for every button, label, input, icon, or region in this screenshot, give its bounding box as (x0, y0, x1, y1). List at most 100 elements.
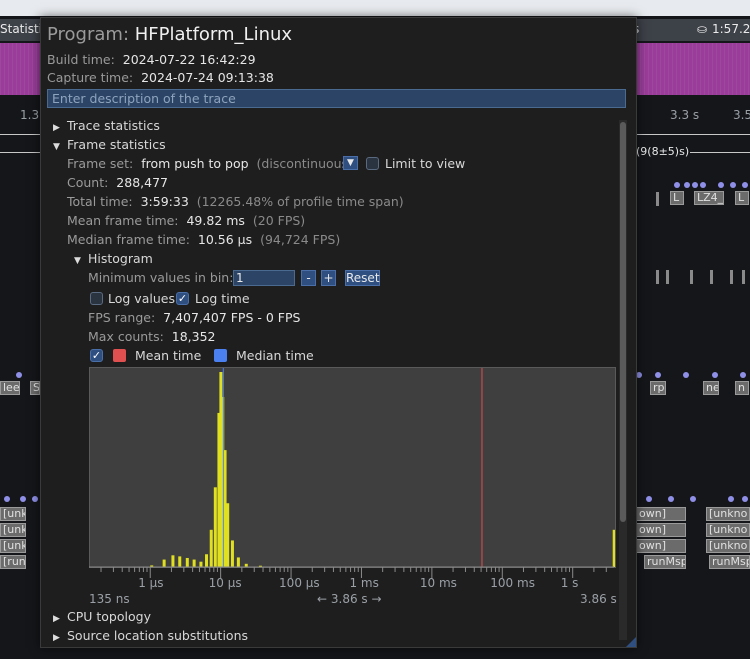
increment-button[interactable]: + (321, 270, 336, 286)
zone-block[interactable]: n (735, 381, 749, 395)
zone-block (666, 270, 669, 284)
zone-dot (646, 496, 652, 502)
log-values-checkbox[interactable] (90, 292, 103, 305)
histogram-plot[interactable] (89, 367, 616, 568)
axis-min-label: 135 ns (89, 592, 130, 606)
zone-dot (742, 496, 748, 502)
decrement-button[interactable]: - (301, 270, 316, 286)
zone-dot (700, 182, 706, 188)
time-label-left: 1.3 (20, 108, 40, 122)
frame-set-note: (discontinuous) (256, 156, 353, 171)
fps-range-value: 7,407,407 FPS - 0 FPS (163, 310, 301, 325)
capture-time-row: Capture time: 2024-07-24 09:13:38 (47, 70, 274, 85)
min-values-label: Minimum values in bin: (88, 270, 233, 285)
zone-block[interactable]: [unk (0, 539, 26, 553)
limit-to-view-checkbox[interactable] (366, 157, 379, 170)
resize-grip-icon[interactable] (626, 637, 636, 647)
axis-tick-label: 1 μs (138, 576, 164, 590)
zone-block[interactable]: [unkno (706, 539, 750, 553)
mean-frame-time-label: Mean frame time: (67, 213, 179, 228)
zone-block[interactable]: LZ4_ (694, 191, 724, 205)
zone-block[interactable]: S (30, 381, 40, 395)
max-counts-value: 18,352 (171, 329, 216, 344)
source-location-label: Source location substitutions (67, 628, 249, 643)
count-row: Count: 288,477 (67, 175, 168, 190)
time-label-mid: 3.3 s (670, 108, 700, 122)
expanded-arrow-icon: ▼ (74, 256, 81, 266)
log-time-checkbox[interactable]: ✓ (176, 292, 189, 305)
build-time-row: Build time: 2024-07-22 16:42:29 (47, 52, 256, 67)
median-frame-time-value: 10.56 μs (197, 232, 253, 247)
histogram-label: Histogram (88, 251, 153, 266)
histogram-svg (150, 368, 616, 567)
zone-block[interactable]: [unk (0, 507, 26, 521)
zone-dot (683, 372, 689, 378)
frame-set-row: Frame set: from push to pop (discontinuo… (67, 156, 353, 171)
mean-time-checkbox[interactable]: ✓ (90, 349, 103, 362)
frame-statistics-label: Frame statistics (67, 137, 166, 152)
zone-dot (684, 182, 690, 188)
axis-max-label: 3.86 s (580, 592, 617, 606)
axis-tick-label: 100 ms (490, 576, 535, 590)
median-time-swatch (214, 349, 227, 362)
zone-block[interactable]: [unkno (706, 507, 750, 521)
histogram-header[interactable]: ▼ Histogram (74, 251, 153, 266)
mean-time-label: Mean time (135, 348, 202, 363)
zone-dot (718, 182, 724, 188)
frame-set-dropdown-button[interactable]: ▼ (343, 156, 358, 170)
fps-range-row: FPS range: 7,407,407 FPS - 0 FPS (88, 310, 300, 325)
program-name: HFPlatform_Linux (134, 24, 293, 45)
zone-dot (16, 372, 22, 378)
total-time-label: Total time: (67, 194, 133, 209)
capture-time-value: 2024-07-24 09:13:38 (141, 70, 274, 85)
scrollbar-thumb[interactable] (620, 122, 626, 522)
reset-button[interactable]: Reset (345, 270, 380, 286)
zone-dot (742, 182, 748, 188)
timeline-line (635, 134, 750, 135)
cpu-topology-label: CPU topology (67, 609, 151, 624)
zone-block[interactable]: runMsp (709, 555, 750, 569)
zone-block[interactable]: rp (650, 381, 666, 395)
min-values-input[interactable]: 1 (233, 270, 295, 286)
histogram-bar (226, 503, 230, 567)
total-time-value: 3:59:33 (140, 194, 189, 209)
zone-block[interactable]: own] (636, 523, 686, 537)
cpu-topology-header[interactable]: ▶ CPU topology (53, 609, 151, 624)
zone-block[interactable]: own] (636, 507, 686, 521)
log-time-label: Log time (195, 291, 250, 306)
zone-block[interactable]: runMsp (644, 555, 686, 569)
histogram-bar (223, 450, 227, 567)
zone-block (710, 270, 713, 284)
timeline-line (0, 134, 40, 135)
frame-statistics-header[interactable]: ▼ Frame statistics (53, 137, 166, 152)
zone-dot (740, 372, 746, 378)
axis-tick-label: 1 ms (349, 576, 379, 590)
vertical-scrollbar[interactable] (619, 120, 627, 640)
frame-set-label: Frame set: (67, 156, 134, 171)
histogram-bar (230, 540, 234, 567)
zone-block[interactable]: [runl (0, 555, 26, 569)
zone-block[interactable]: L (670, 191, 684, 205)
zone-block[interactable]: ne (703, 381, 719, 395)
axis-tick-label: 10 ms (419, 576, 457, 590)
trace-description-input[interactable]: Enter description of the trace (47, 89, 626, 108)
median-time-label: Median time (236, 348, 314, 363)
zone-dot (728, 496, 734, 502)
collapsed-arrow-icon: ▶ (53, 633, 60, 643)
frame-set-value: from push to pop (141, 156, 249, 171)
zone-block[interactable]: [unk (0, 523, 26, 537)
zone-block[interactable]: leep (0, 381, 20, 395)
capture-time-label: Capture time: (47, 70, 134, 85)
zone-dot (20, 496, 26, 502)
histogram-bar (209, 529, 213, 567)
source-location-header[interactable]: ▶ Source location substitutions (53, 628, 248, 643)
zone-dot (730, 182, 736, 188)
histogram-bar (213, 487, 217, 567)
timeline-line (0, 152, 40, 153)
zone-block[interactable]: L (735, 191, 749, 205)
total-time-note: (12265.48% of profile time span) (196, 194, 404, 209)
trace-statistics-header[interactable]: ▶ Trace statistics (53, 118, 160, 133)
zone-block[interactable]: [unkno (706, 523, 750, 537)
axis-tick-label: 10 μs (208, 576, 242, 590)
zone-block[interactable]: own] (636, 539, 686, 553)
